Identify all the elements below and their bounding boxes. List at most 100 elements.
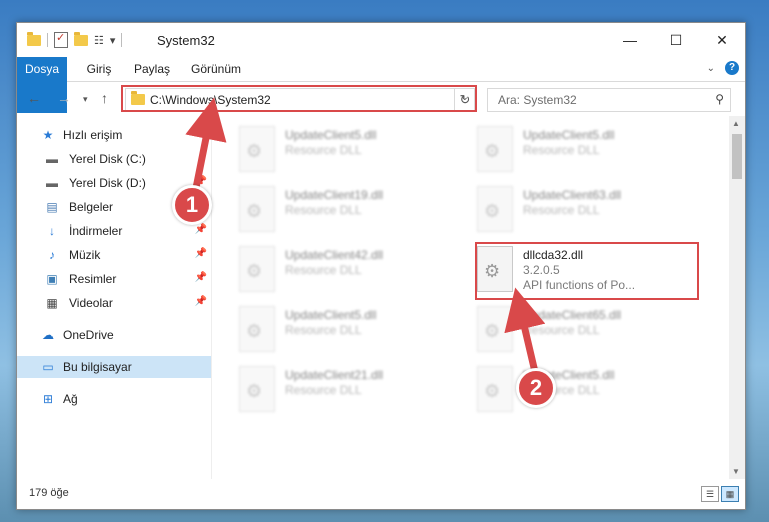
sidebar-item-videos[interactable]: ▦ Videolar 📌 <box>17 292 211 314</box>
explorer-window: ☷ ▾ System32 — ☐ ✕ Dosya Giriş Paylaş Gö… <box>16 22 746 510</box>
drive-icon: ▬ <box>46 152 58 166</box>
file-name: UpdateClient5.dll <box>523 128 615 142</box>
pin-icon[interactable]: 📌 <box>195 224 207 235</box>
search-box[interactable]: Ara: System32 ⚲ <box>487 88 731 112</box>
sidebar-item-label: Ağ <box>63 392 78 406</box>
ribbon-right-controls: ⌄ ? <box>707 61 739 75</box>
document-icon: ▤ <box>46 200 58 214</box>
dll-file-icon: ⚙ <box>239 306 275 352</box>
sidebar-item-label: OneDrive <box>63 328 114 342</box>
new-folder-icon[interactable] <box>74 31 88 46</box>
music-icon: ♪ <box>49 248 55 262</box>
back-arrow-icon[interactable]: ← <box>27 90 41 106</box>
toolbar-divider <box>47 33 48 47</box>
close-button[interactable]: ✕ <box>699 23 745 57</box>
address-path[interactable]: C:\Windows\System32 <box>150 93 271 107</box>
file-description: Resource DLL <box>523 143 600 157</box>
sidebar-item-downloads[interactable]: ↓ İndirmeler 📌 <box>17 220 211 242</box>
file-item[interactable]: ⚙ UpdateClient42.dll Resource DLL <box>217 242 437 298</box>
pin-icon[interactable]: 📌 <box>195 296 207 307</box>
sidebar-item-local-disk-c[interactable]: ▬ Yerel Disk (C:) <box>17 148 211 170</box>
tiles-view-icon[interactable]: ▦ <box>721 486 739 502</box>
details-view-icon[interactable]: ☰ <box>701 486 719 502</box>
pin-icon[interactable]: 📌 <box>195 272 207 283</box>
vertical-scrollbar[interactable]: ▲ ▼ <box>729 116 745 479</box>
tab-home[interactable]: Giriş <box>81 57 117 81</box>
file-name: UpdateClient42.dll <box>285 248 384 262</box>
file-description: API functions of Po... <box>523 278 636 292</box>
dll-file-icon: ⚙ <box>477 306 513 352</box>
ribbon: Dosya Giriş Paylaş Görünüm ⌄ ? <box>17 57 745 113</box>
sidebar-item-network[interactable]: ⊞ Ağ <box>17 388 211 410</box>
file-item[interactable]: ⚙ UpdateClient21.dll Resource DLL <box>217 362 437 418</box>
dll-file-icon: ⚙ <box>239 126 275 172</box>
sidebar-item-label: Yerel Disk (D:) <box>69 176 146 190</box>
drive-icon: ▬ <box>46 176 58 190</box>
file-list: ⚙ UpdateClient5.dll Resource DLL ⚙ Updat… <box>217 116 727 479</box>
recent-locations-icon[interactable]: ▾ <box>83 94 88 105</box>
video-icon: ▦ <box>46 296 58 310</box>
file-item[interactable]: ⚙ UpdateClient65.dll Resource DLL <box>455 302 675 358</box>
file-item[interactable]: ⚙ UpdateClient19.dll Resource DLL <box>217 182 437 238</box>
dll-file-icon: ⚙ <box>477 186 513 232</box>
up-arrow-icon[interactable]: ↑ <box>101 90 108 106</box>
search-placeholder: Ara: System32 <box>498 93 577 107</box>
title-bar: ☷ ▾ System32 — ☐ ✕ <box>17 23 745 57</box>
file-item[interactable]: ⚙ UpdateClient5.dll Resource DLL <box>217 302 437 358</box>
sidebar-item-label: Müzik <box>69 248 101 262</box>
navigation-bar: ← → ▾ ↑ C:\Windows\System32 ⌄ ↻ Ara: Sys… <box>17 82 745 116</box>
sidebar-item-music[interactable]: ♪ Müzik 📌 <box>17 244 211 266</box>
sidebar-item-quick-access[interactable]: ★ Hızlı erişim <box>17 124 211 146</box>
forward-arrow-icon[interactable]: → <box>57 90 71 106</box>
scroll-up-icon[interactable]: ▲ <box>732 119 740 128</box>
sidebar-item-label: Hızlı erişim <box>63 128 123 142</box>
tab-share[interactable]: Paylaş <box>131 57 173 81</box>
file-name: UpdateClient63.dll <box>523 188 622 202</box>
refresh-button[interactable]: ↻ <box>454 88 476 112</box>
quick-access-toolbar: ☷ ▾ <box>27 31 123 48</box>
sidebar-item-label: İndirmeler <box>69 224 123 238</box>
file-item-dllcda32[interactable]: ⚙ dllcda32.dll 3.2.0.5 API functions of … <box>455 242 675 298</box>
file-description: Resource DLL <box>285 143 362 157</box>
window-controls: — ☐ ✕ <box>607 23 745 57</box>
maximize-button[interactable]: ☐ <box>653 23 699 57</box>
sidebar-item-label: Resimler <box>69 272 117 286</box>
sidebar-item-label: Bu bilgisayar <box>63 360 132 374</box>
file-name: dllcda32.dll <box>523 248 584 262</box>
sidebar-item-label: Belgeler <box>69 200 114 214</box>
toolbar-divider <box>121 33 123 47</box>
file-name: UpdateClient19.dll <box>285 188 384 202</box>
folder-icon[interactable] <box>27 31 41 46</box>
sidebar-item-onedrive[interactable]: ☁ OneDrive <box>17 324 211 346</box>
file-item[interactable]: ⚙ UpdateClient5.dll Resource DLL <box>455 362 675 418</box>
chevron-down-icon[interactable]: ⌄ <box>707 63 715 74</box>
star-icon: ★ <box>42 128 54 142</box>
scrollbar-thumb[interactable] <box>732 134 742 179</box>
minimize-button[interactable]: — <box>607 23 653 57</box>
file-item[interactable]: ⚙ UpdateClient5.dll Resource DLL <box>455 122 675 178</box>
dll-file-icon: ⚙ <box>239 186 275 232</box>
tab-view[interactable]: Görünüm <box>189 57 243 81</box>
rename-icon[interactable]: ☷ <box>94 34 104 47</box>
properties-icon[interactable] <box>54 31 68 48</box>
dll-file-icon: ⚙ <box>477 246 513 292</box>
address-bar[interactable]: C:\Windows\System32 ⌄ <box>125 88 475 112</box>
dll-file-icon: ⚙ <box>239 366 275 412</box>
sidebar-item-label: Videolar <box>69 296 113 310</box>
search-icon[interactable]: ⚲ <box>715 92 724 106</box>
view-toggle: ☰ ▦ <box>701 486 739 502</box>
file-version: 3.2.0.5 <box>523 263 560 277</box>
sidebar-item-this-pc[interactable]: ▭ Bu bilgisayar <box>17 356 211 378</box>
scroll-down-icon[interactable]: ▼ <box>732 467 740 476</box>
download-icon: ↓ <box>49 224 55 238</box>
cloud-icon: ☁ <box>42 328 54 342</box>
sidebar-item-pictures[interactable]: ▣ Resimler 📌 <box>17 268 211 290</box>
file-name: UpdateClient5.dll <box>285 308 377 322</box>
file-name: UpdateClient65.dll <box>523 308 622 322</box>
qat-customize-icon[interactable]: ▾ <box>110 34 116 47</box>
pin-icon[interactable]: 📌 <box>195 248 207 259</box>
file-item[interactable]: ⚙ UpdateClient63.dll Resource DLL <box>455 182 675 238</box>
help-icon[interactable]: ? <box>725 61 739 75</box>
step-marker-2: 2 <box>516 368 556 408</box>
file-item[interactable]: ⚙ UpdateClient5.dll Resource DLL <box>217 122 437 178</box>
